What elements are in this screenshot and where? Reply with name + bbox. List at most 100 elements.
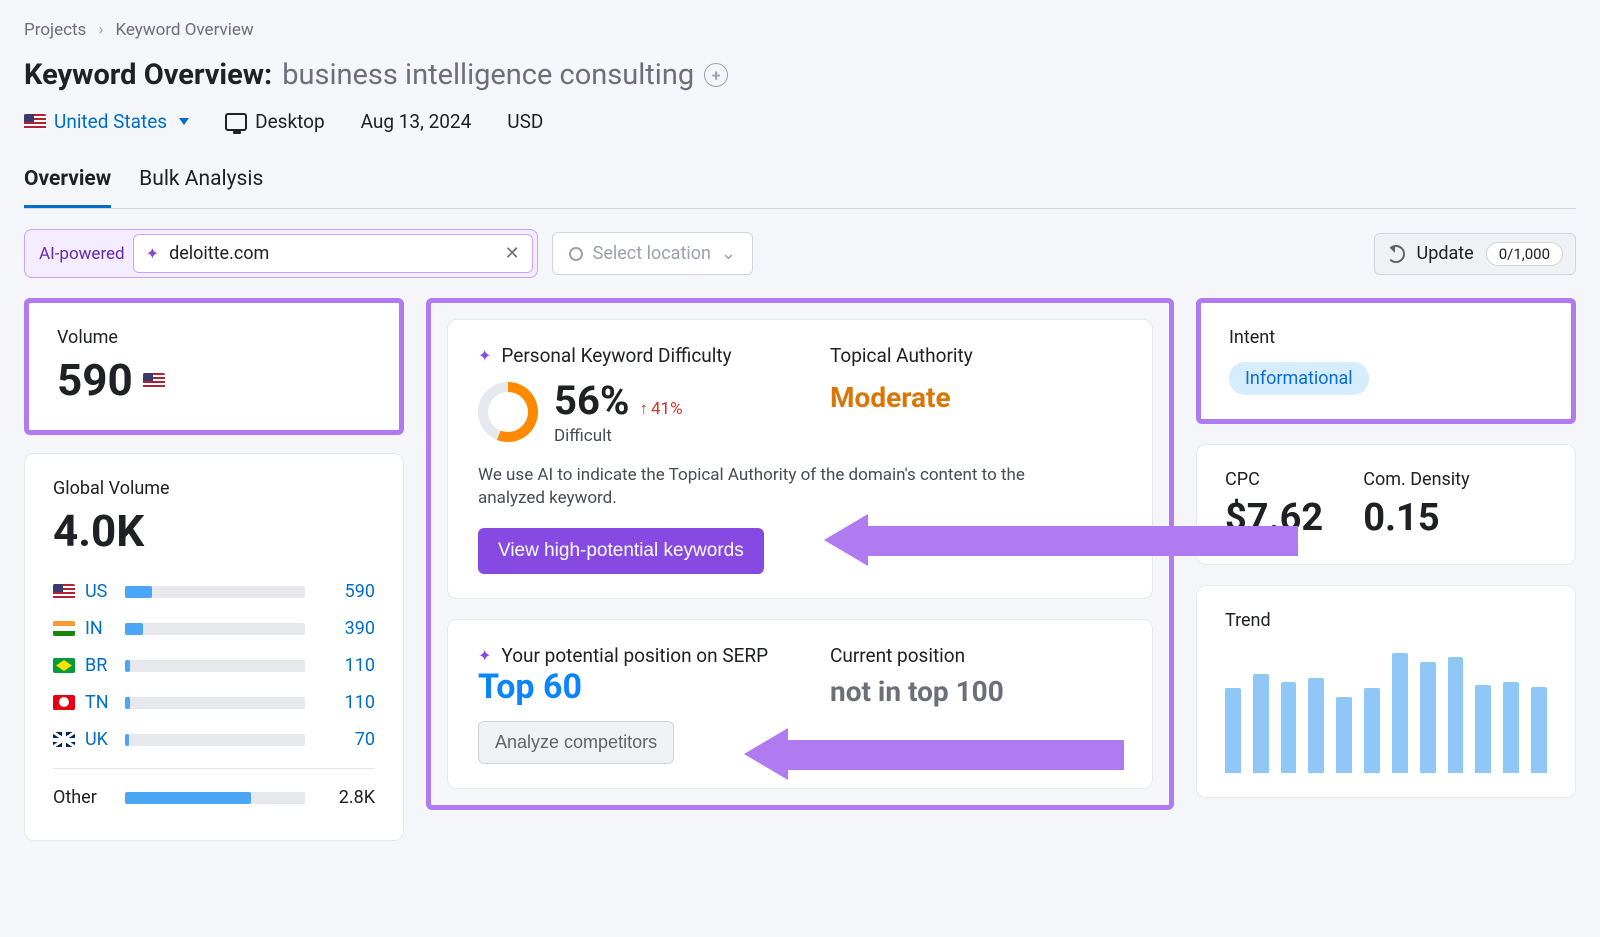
global-volume-other-row: Other2.8K bbox=[53, 779, 375, 816]
annotation-arrow-icon bbox=[744, 728, 788, 780]
current-position-value: not in top 100 bbox=[830, 675, 1122, 708]
update-button[interactable]: Update 0/1,000 bbox=[1374, 233, 1576, 275]
topical-authority-value: Moderate bbox=[830, 381, 1122, 414]
volume-label: Volume bbox=[57, 327, 371, 348]
global-volume-card: Global Volume 4.0K US 590 IN390 BR 110 TN 110 U… bbox=[24, 453, 404, 841]
date-label: Aug 13, 2024 bbox=[361, 110, 472, 133]
in-flag-icon bbox=[53, 621, 75, 636]
country-code: UK bbox=[85, 729, 115, 750]
global-volume-row[interactable]: UK 70 bbox=[53, 721, 375, 758]
volume-value: 390 bbox=[315, 618, 375, 639]
analyze-competitors-button[interactable]: Analyze competitors bbox=[478, 721, 674, 764]
trend-bar bbox=[1253, 674, 1269, 773]
meta-row: United States Desktop Aug 13, 2024 USD bbox=[24, 110, 1576, 133]
update-count-pill: 0/1,000 bbox=[1486, 242, 1563, 266]
domain-input[interactable]: ✦ deloitte.com ✕ bbox=[133, 234, 533, 273]
volume-value: 590 bbox=[57, 354, 371, 406]
ai-powered-chip: AI-powered ✦ deloitte.com ✕ bbox=[24, 229, 538, 278]
volume-value: 70 bbox=[315, 729, 375, 750]
intent-badge: Informational bbox=[1229, 362, 1369, 395]
breadcrumb: Projects › Keyword Overview bbox=[24, 20, 1576, 40]
refresh-icon bbox=[1387, 245, 1405, 263]
desktop-icon bbox=[225, 113, 247, 131]
update-label: Update bbox=[1417, 243, 1474, 264]
global-volume-value: 4.0K bbox=[53, 505, 375, 557]
add-keyword-button[interactable]: + bbox=[704, 63, 728, 87]
controls-row: AI-powered ✦ deloitte.com ✕ Select locat… bbox=[24, 229, 1576, 278]
global-volume-row[interactable]: BR 110 bbox=[53, 647, 375, 684]
page-title-row: Keyword Overview: business intelligence … bbox=[24, 58, 1576, 92]
tn-flag-icon bbox=[53, 695, 75, 710]
page-title: Keyword Overview: bbox=[24, 58, 272, 92]
density-value: 0.15 bbox=[1363, 496, 1469, 540]
trend-card: Trend bbox=[1196, 585, 1576, 798]
currency-label: USD bbox=[507, 110, 543, 133]
trend-bar bbox=[1475, 685, 1491, 773]
global-volume-row[interactable]: US 590 bbox=[53, 573, 375, 610]
country-label: United States bbox=[54, 110, 167, 133]
us-flag-icon bbox=[53, 584, 75, 599]
breadcrumb-page: Keyword Overview bbox=[115, 20, 253, 40]
volume-highlight: Volume 590 bbox=[24, 298, 404, 435]
device-selector[interactable]: Desktop bbox=[225, 110, 325, 133]
breadcrumb-root[interactable]: Projects bbox=[24, 20, 86, 40]
ai-powered-label: AI-powered bbox=[39, 244, 125, 264]
potential-position-header: ✦ Your potential position on SERP bbox=[478, 644, 770, 667]
volume-value: 110 bbox=[315, 655, 375, 676]
volume-bar bbox=[125, 586, 305, 598]
left-column: Volume 590 Global Volume 4.0K US 590 IN390… bbox=[24, 298, 404, 841]
tab-bulk-analysis[interactable]: Bulk Analysis bbox=[139, 161, 263, 208]
uk-flag-icon bbox=[53, 732, 75, 747]
us-flag-icon bbox=[24, 114, 46, 129]
pkd-value: 56% bbox=[554, 377, 629, 424]
intent-label: Intent bbox=[1229, 327, 1543, 348]
country-code: TN bbox=[85, 692, 115, 713]
annotation-arrow-icon bbox=[868, 526, 1298, 556]
global-volume-label: Global Volume bbox=[53, 478, 375, 499]
global-volume-row[interactable]: IN390 bbox=[53, 610, 375, 647]
sparkle-icon: ✦ bbox=[146, 244, 159, 263]
trend-bar bbox=[1503, 682, 1519, 773]
trend-bar bbox=[1336, 697, 1352, 773]
clear-domain-button[interactable]: ✕ bbox=[505, 243, 520, 264]
pkd-donut-chart bbox=[478, 382, 538, 442]
volume-value: 110 bbox=[315, 692, 375, 713]
br-flag-icon bbox=[53, 658, 75, 673]
pkd-delta: ↑ 41% bbox=[639, 399, 682, 419]
trend-bar bbox=[1281, 682, 1297, 773]
sparkle-icon: ✦ bbox=[478, 646, 491, 665]
chevron-down-icon bbox=[179, 118, 189, 125]
pkd-header: ✦ Personal Keyword Difficulty bbox=[478, 344, 770, 367]
trend-label: Trend bbox=[1225, 610, 1547, 631]
country-code: BR bbox=[85, 655, 115, 676]
volume-bar bbox=[125, 697, 305, 709]
tabs: Overview Bulk Analysis bbox=[24, 161, 1576, 209]
volume-bar bbox=[125, 660, 305, 672]
trend-bar bbox=[1531, 687, 1547, 773]
trend-bar bbox=[1225, 688, 1241, 773]
pin-icon bbox=[569, 247, 583, 261]
ai-note: We use AI to indicate the Topical Author… bbox=[478, 464, 1038, 510]
trend-bar bbox=[1420, 662, 1436, 774]
pkd-card: ✦ Personal Keyword Difficulty 56% ↑ bbox=[447, 319, 1153, 599]
current-position-header: Current position bbox=[830, 644, 1122, 667]
location-placeholder: Select location bbox=[593, 243, 711, 264]
volume-bar bbox=[125, 792, 305, 804]
view-keywords-button[interactable]: View high-potential keywords bbox=[478, 528, 764, 574]
volume-bar bbox=[125, 623, 305, 635]
country-selector[interactable]: United States bbox=[24, 110, 189, 133]
tab-overview[interactable]: Overview bbox=[24, 161, 111, 208]
volume-value: 590 bbox=[315, 581, 375, 602]
trend-bar-chart bbox=[1225, 643, 1547, 773]
location-selector[interactable]: Select location ⌄ bbox=[552, 232, 753, 275]
trend-bar bbox=[1448, 657, 1464, 773]
sparkle-icon: ✦ bbox=[478, 346, 491, 365]
us-flag-icon bbox=[143, 373, 165, 388]
other-label: Other bbox=[53, 787, 115, 808]
topical-authority-header: Topical Authority bbox=[830, 344, 1122, 367]
density-label: Com. Density bbox=[1363, 469, 1469, 490]
page-keyword: business intelligence consulting bbox=[282, 58, 694, 92]
volume-bar bbox=[125, 734, 305, 746]
country-code: US bbox=[85, 581, 115, 602]
global-volume-row[interactable]: TN 110 bbox=[53, 684, 375, 721]
